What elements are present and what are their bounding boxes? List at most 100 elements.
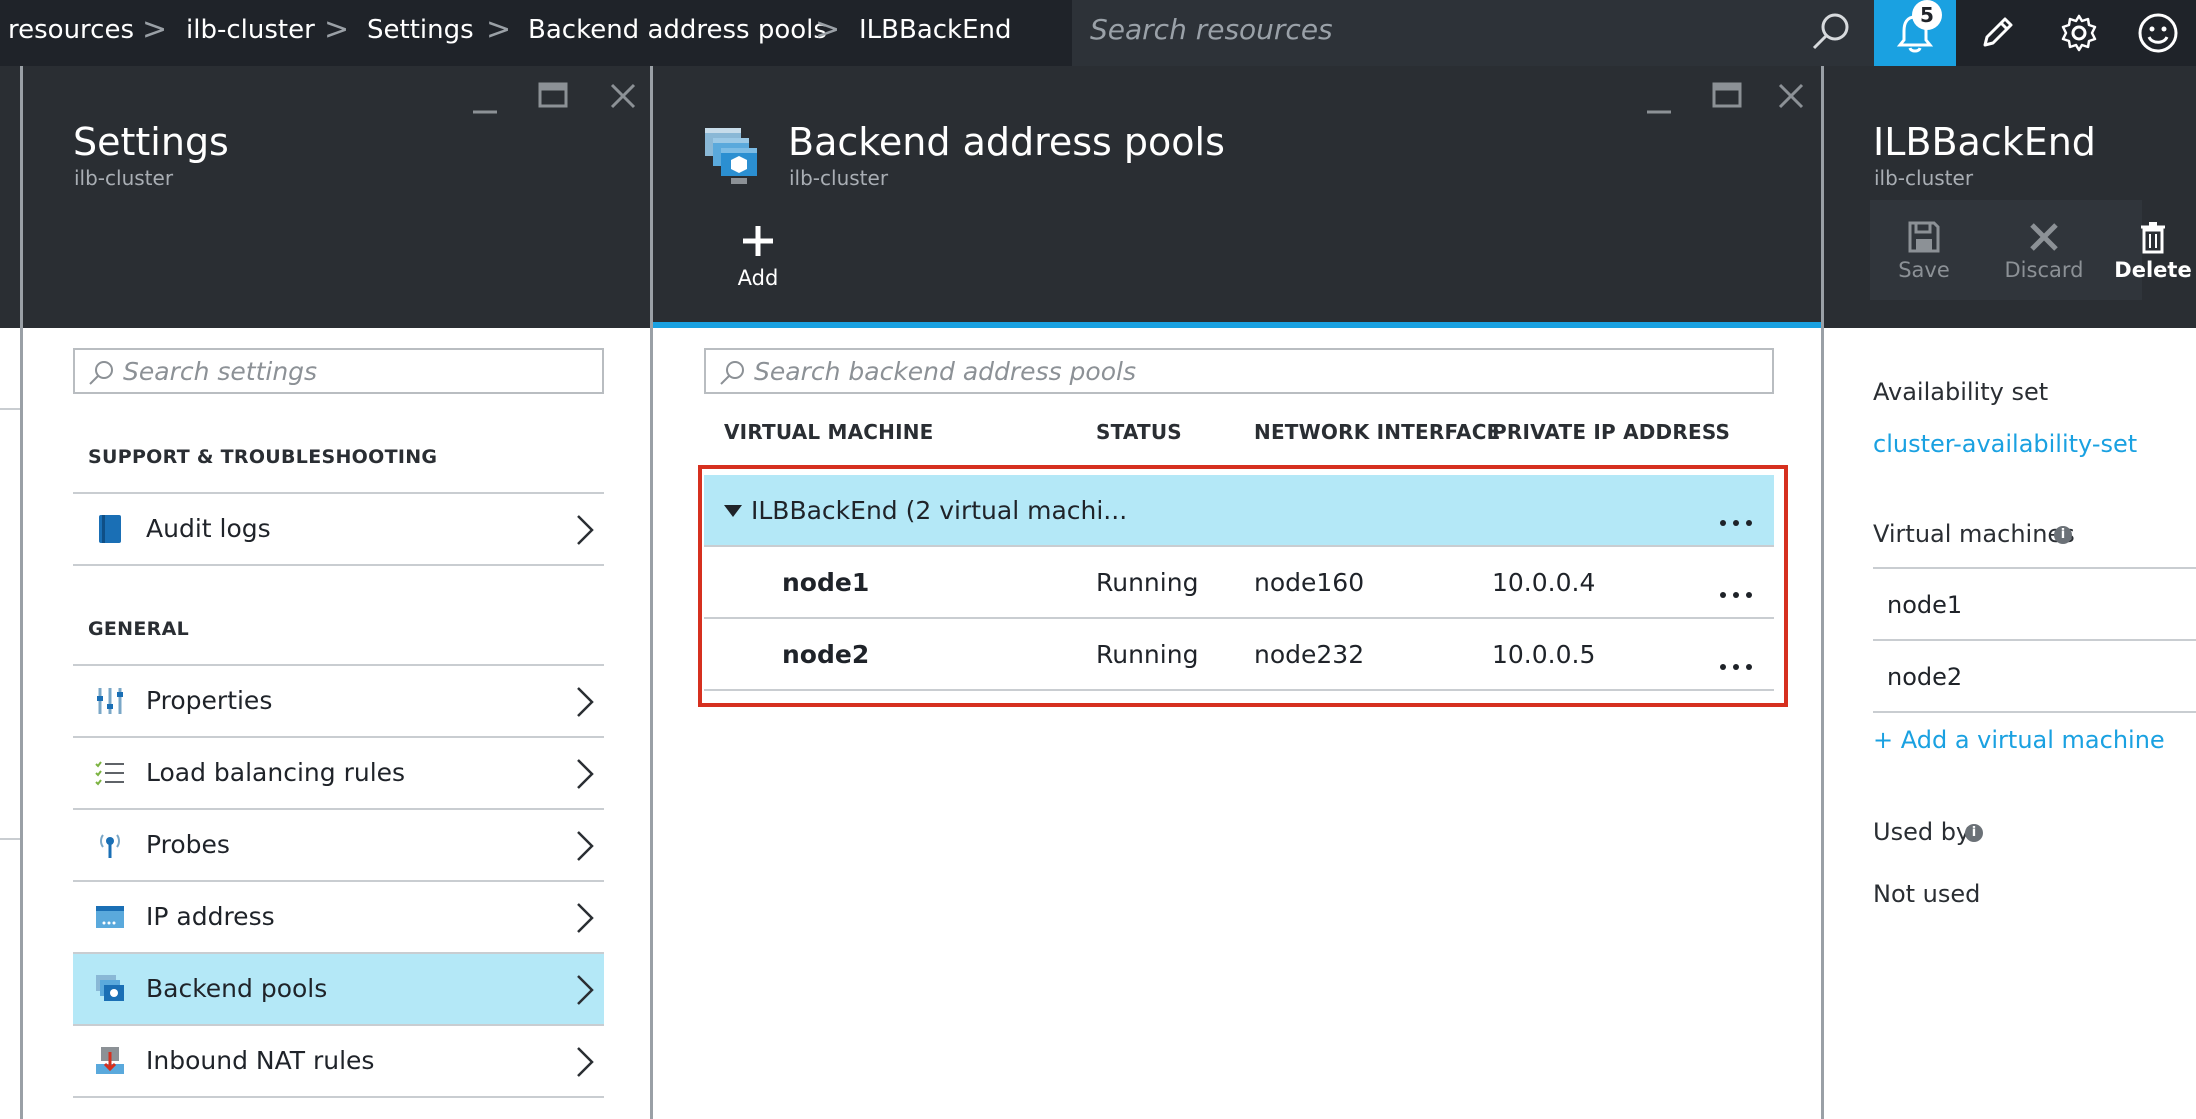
breadcrumb-separator: > xyxy=(815,12,841,47)
virtual-machines-label: Virtual machines xyxy=(1873,520,2075,548)
list-item[interactable]: node1 xyxy=(1873,567,2196,639)
audit-logs-icon xyxy=(99,515,121,543)
backend-pools-icon xyxy=(705,128,757,184)
caret-down-icon[interactable] xyxy=(724,505,742,517)
settings-item-load-balancing-rules[interactable]: Load balancing rules xyxy=(73,736,604,808)
delete-button[interactable]: Delete xyxy=(2110,220,2196,282)
search-settings-placeholder: Search settings xyxy=(123,357,318,386)
cell-network-interface[interactable]: node232 xyxy=(1254,636,1364,674)
settings-item-inbound-nat-rules[interactable]: Inbound NAT rules xyxy=(73,1024,604,1096)
breadcrumb-backend-address-pools[interactable]: Backend address pools xyxy=(528,12,827,48)
availability-set-label: Availability set xyxy=(1873,378,2049,406)
trash-icon xyxy=(2141,222,2165,254)
breadcrumb-ilb-cluster[interactable]: ilb-cluster xyxy=(186,12,315,48)
edit-button[interactable] xyxy=(1956,0,2038,66)
column-header-private-ip-address[interactable]: PRIVATE IP ADDRESS xyxy=(1492,420,1730,444)
search-resources-input[interactable]: Search resources xyxy=(1072,0,1874,66)
backend-pool-group-row[interactable]: ILBBackEnd (2 virtual machi... xyxy=(704,475,1774,547)
detail-blade-subtitle: ilb-cluster xyxy=(1874,166,1974,190)
settings-item-label: Inbound NAT rules xyxy=(146,1046,375,1075)
group-label: ILBBackEnd (2 virtual machi... xyxy=(751,496,1128,525)
settings-item-probes[interactable]: Probes xyxy=(73,808,604,880)
save-label: Save xyxy=(1898,258,1950,282)
settings-item-ip-address[interactable]: IP address xyxy=(73,880,604,952)
save-button[interactable]: Save xyxy=(1869,220,1979,282)
close-icon[interactable] xyxy=(1771,76,1811,116)
cell-virtual-machine: node2 xyxy=(782,640,870,669)
section-support-troubleshooting: SUPPORT & TROUBLESHOOTING xyxy=(88,446,438,468)
breadcrumb-resources[interactable]: resources xyxy=(8,12,134,48)
info-icon[interactable]: i xyxy=(1965,824,1983,842)
inbound-nat-rules-icon xyxy=(96,1047,124,1074)
cell-network-interface[interactable]: node160 xyxy=(1254,564,1364,602)
divider xyxy=(0,838,20,840)
search-settings-input[interactable]: Search settings xyxy=(73,348,604,394)
list-item[interactable]: node2 xyxy=(1873,639,2196,711)
minimize-icon[interactable] xyxy=(465,82,505,122)
add-label: Add xyxy=(737,266,779,290)
discard-label: Discard xyxy=(2004,258,2084,282)
search-backend-pools-input[interactable]: Search backend address pools xyxy=(704,348,1774,394)
table-row[interactable]: node1 Running node160 10.0.0.4 xyxy=(704,547,1774,619)
table-row[interactable]: node2 Running node232 10.0.0.5 xyxy=(704,619,1774,691)
active-blade-indicator xyxy=(653,322,1821,328)
properties-icon xyxy=(97,688,123,714)
settings-item-label: Audit logs xyxy=(146,514,271,543)
settings-item-label: Properties xyxy=(146,686,273,715)
detail-blade-header: ILBBackEnd ilb-cluster xyxy=(1824,66,2196,328)
add-button[interactable]: Add xyxy=(723,224,793,294)
add-virtual-machine-link[interactable]: + Add a virtual machine xyxy=(1873,726,2165,754)
search-icon xyxy=(720,361,744,385)
maximize-icon[interactable] xyxy=(533,76,573,116)
delete-label: Delete xyxy=(2114,258,2192,282)
chevron-right-icon xyxy=(577,831,594,861)
collapsed-blade-header xyxy=(0,66,20,328)
chevron-right-icon xyxy=(577,975,594,1005)
discard-icon xyxy=(2030,223,2058,251)
search-backend-pools-placeholder: Search backend address pools xyxy=(754,357,1136,386)
section-general: GENERAL xyxy=(88,618,189,640)
discard-button[interactable]: Discard xyxy=(1989,220,2099,282)
more-options-icon[interactable] xyxy=(1720,664,1756,674)
more-options-icon[interactable] xyxy=(1720,520,1756,530)
gear-icon xyxy=(2061,14,2097,52)
top-bar: resources > ilb-cluster > Settings > Bac… xyxy=(0,0,2196,66)
column-header-virtual-machine[interactable]: VIRTUAL MACHINE xyxy=(724,420,934,444)
info-icon[interactable]: i xyxy=(2054,526,2072,544)
cell-status: Running xyxy=(1096,568,1199,597)
chevron-right-icon xyxy=(577,1047,594,1077)
notification-count-badge: 5 xyxy=(1912,0,1942,30)
chevron-right-icon xyxy=(577,687,594,717)
search-icon[interactable] xyxy=(1808,10,1852,54)
breadcrumb-settings[interactable]: Settings xyxy=(367,12,474,48)
chevron-right-icon xyxy=(577,759,594,789)
maximize-icon[interactable] xyxy=(1707,76,1747,116)
pools-blade-subtitle: ilb-cluster xyxy=(789,166,889,190)
notifications-button[interactable]: 5 xyxy=(1874,0,1956,66)
feedback-button[interactable] xyxy=(2120,0,2196,66)
divider xyxy=(0,408,20,410)
settings-item-audit-logs[interactable]: Audit logs xyxy=(73,492,604,564)
settings-item-label: Backend pools xyxy=(146,974,328,1003)
divider xyxy=(1873,711,2196,713)
divider xyxy=(73,1096,604,1098)
search-placeholder: Search resources xyxy=(1090,13,1333,46)
cell-virtual-machine: node1 xyxy=(782,568,870,597)
used-by-value: Not used xyxy=(1873,880,1981,908)
settings-blade-header: Settings ilb-cluster xyxy=(23,66,650,328)
settings-item-properties[interactable]: Properties xyxy=(73,664,604,736)
save-icon xyxy=(1908,221,1940,253)
close-icon[interactable] xyxy=(603,76,643,116)
ip-address-icon xyxy=(96,906,124,928)
plus-icon xyxy=(743,226,773,256)
breadcrumb-ilbbackend[interactable]: ILBBackEnd xyxy=(859,12,1012,48)
settings-item-backend-pools[interactable]: Backend pools xyxy=(73,952,604,1024)
backend-pools-icon xyxy=(96,975,124,1001)
more-options-icon[interactable] xyxy=(1720,592,1756,602)
column-header-network-interface[interactable]: NETWORK INTERFACE xyxy=(1254,420,1500,444)
chevron-right-icon xyxy=(577,515,594,545)
availability-set-link[interactable]: cluster-availability-set xyxy=(1873,430,2137,458)
settings-button[interactable] xyxy=(2038,0,2120,66)
minimize-icon[interactable] xyxy=(1639,82,1679,122)
column-header-status[interactable]: STATUS xyxy=(1096,420,1182,444)
